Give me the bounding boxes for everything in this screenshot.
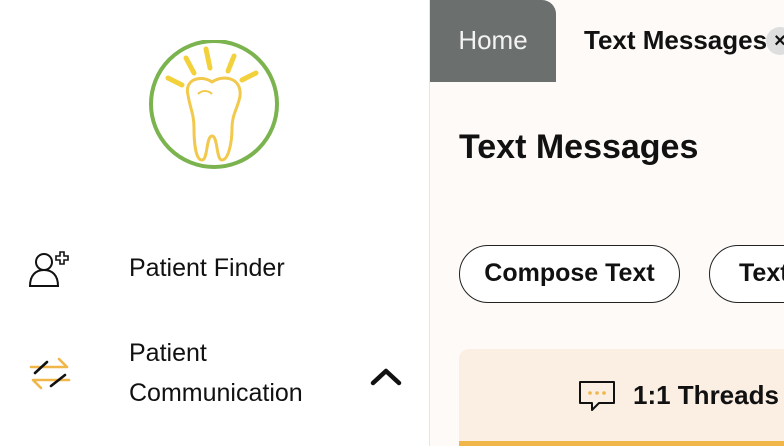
- sidebar-item-patient-finder[interactable]: Patient Finder: [0, 248, 429, 290]
- patient-add-icon: [28, 251, 69, 287]
- sidebar-item-label-line2: Communication: [129, 379, 303, 407]
- close-tab-icon[interactable]: ×: [766, 27, 784, 55]
- sidebar-item-label: Patient Finder: [129, 254, 285, 282]
- sidebar-item-label-line1: Patient: [129, 339, 207, 367]
- compose-text-button[interactable]: Compose Text: [459, 245, 680, 303]
- main-content: Home Text Messages × Text Messages Compo…: [430, 0, 784, 446]
- tooth-logo-icon: [149, 40, 279, 169]
- sidebar-item-patient-communication[interactable]: Patient Communication: [0, 333, 429, 417]
- chevron-up-icon[interactable]: [368, 365, 404, 389]
- threads-label: 1:1 Threads: [633, 380, 779, 410]
- tab-label: Text Messages: [584, 25, 768, 55]
- text-action-button[interactable]: Text: [709, 245, 784, 303]
- arrows-exchange-icon: [29, 357, 71, 390]
- sidebar: Patient Finder Patient Communication: [0, 0, 430, 446]
- tab-bar: Home Text Messages ×: [430, 0, 784, 82]
- page-title: Text Messages: [459, 128, 699, 166]
- tab-home[interactable]: Home: [430, 0, 556, 82]
- tab-text-messages[interactable]: Text Messages ×: [556, 0, 784, 82]
- chat-bubble-icon: [579, 381, 615, 411]
- tab-threads[interactable]: 1:1 Threads: [459, 349, 784, 446]
